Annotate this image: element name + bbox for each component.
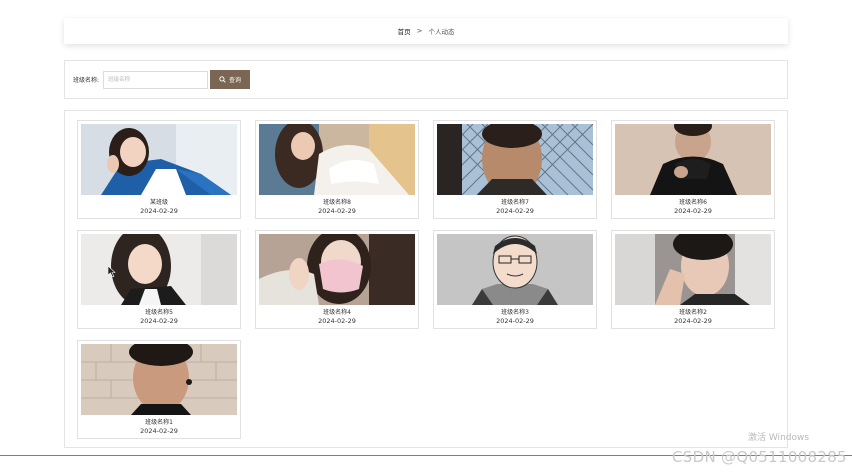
class-card[interactable]: 班级名称2 2024-02-29 [611,230,775,329]
class-name: 某班级 [149,199,168,206]
class-name: 班级名称6 [679,199,707,206]
class-date: 2024-02-29 [140,427,178,435]
class-name: 班级名称7 [501,199,529,206]
class-card[interactable]: 班级名称8 2024-02-29 [255,120,419,219]
class-date: 2024-02-29 [674,317,712,325]
breadcrumb: 首页 > 个人动态 [64,18,788,44]
class-date: 2024-02-29 [140,317,178,325]
class-card[interactable]: 班级名称1 2024-02-29 [77,340,241,439]
class-card[interactable]: 班级名称4 2024-02-29 [255,230,419,329]
class-name: 班级名称3 [501,309,529,316]
class-photo[interactable] [437,234,593,305]
class-name: 班级名称4 [323,309,351,316]
class-date: 2024-02-29 [496,317,534,325]
windows-activation-watermark: 激活 Windows [748,433,810,443]
class-photo[interactable] [437,124,593,195]
csdn-watermark: CSDN @Q0511008285 [672,448,847,466]
search-icon [219,76,226,83]
mouse-cursor-icon [108,266,116,277]
breadcrumb-home-link[interactable]: 首页 [398,26,411,36]
class-photo[interactable] [615,234,771,305]
breadcrumb-separator: > [416,27,423,35]
class-date: 2024-02-29 [318,207,356,215]
class-name: 班级名称1 [145,419,173,426]
search-label: 班级名称: [73,77,100,84]
class-date: 2024-02-29 [674,207,712,215]
class-photo[interactable] [81,124,237,195]
search-panel: 班级名称: 查询 [64,60,788,99]
class-date: 2024-02-29 [496,207,534,215]
class-card[interactable]: 班级名称7 2024-02-29 [433,120,597,219]
breadcrumb-current: 个人动态 [428,28,455,36]
class-name: 班级名称2 [679,309,707,316]
class-grid-panel: 某班级 2024-02-29 班级名称8 2024-02-29 班级名称7 20… [64,110,788,448]
class-card[interactable]: 班级名称6 2024-02-29 [611,120,775,219]
class-photo[interactable] [259,234,415,305]
search-button-label: 查询 [229,78,242,84]
search-button[interactable]: 查询 [210,70,251,89]
class-photo[interactable] [259,124,415,195]
class-name-search-input[interactable] [103,70,209,89]
class-date: 2024-02-29 [140,207,178,215]
class-card[interactable]: 某班级 2024-02-29 [77,120,241,219]
class-card[interactable]: 班级名称3 2024-02-29 [433,230,597,329]
class-date: 2024-02-29 [318,317,356,325]
class-photo[interactable] [615,124,771,195]
class-photo[interactable] [81,344,237,415]
class-photo[interactable] [81,234,237,305]
class-card[interactable]: 班级名称5 2024-02-29 [77,230,241,329]
class-name: 班级名称8 [323,199,351,206]
class-name: 班级名称5 [145,309,173,316]
